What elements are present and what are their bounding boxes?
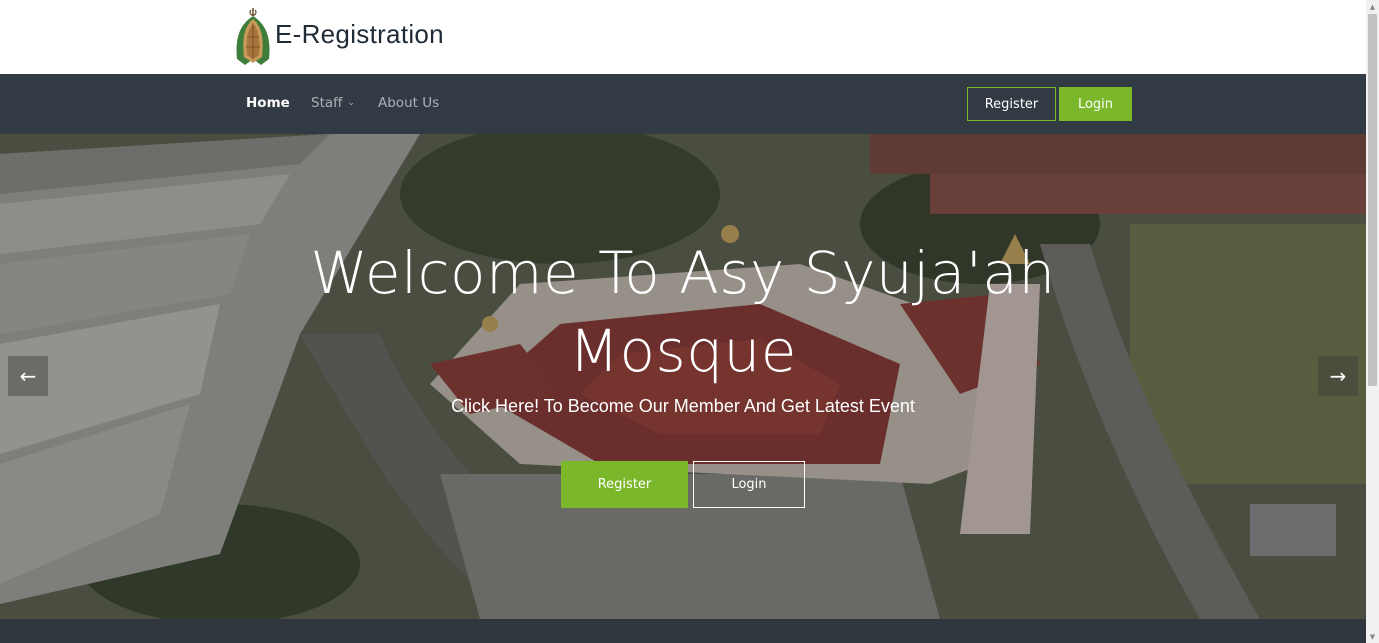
hero-subtitle: Click Here! To Become Our Member And Get… bbox=[451, 396, 915, 416]
page-scrollbar[interactable]: ▲ ▼ bbox=[1366, 0, 1379, 643]
brand-title[interactable]: E-Registration bbox=[275, 19, 444, 50]
nav-item-home[interactable]: Home bbox=[246, 95, 290, 111]
hero-title: Welcome To Asy Syuja'ah Mosque bbox=[310, 239, 1056, 385]
mosque-dome-logo-icon[interactable] bbox=[233, 7, 273, 67]
brand-header: E-Registration bbox=[0, 0, 1366, 74]
chevron-down-icon: ⌄ bbox=[347, 98, 355, 108]
scrollbar-thumb[interactable] bbox=[1368, 14, 1377, 386]
scroll-up-icon[interactable]: ▲ bbox=[1366, 0, 1379, 13]
nav-item-staff[interactable]: Staff ⌄ bbox=[311, 95, 355, 111]
arrow-left-icon[interactable]: ← bbox=[8, 356, 48, 396]
nav-item-staff-label: Staff bbox=[311, 95, 343, 111]
nav-register-button[interactable]: Register bbox=[967, 87, 1056, 121]
main-navbar: Home Staff ⌄ About Us Register Login bbox=[0, 74, 1366, 134]
hero-carousel: ← → Welcome To Asy Syuja'ah Mosque Click… bbox=[0, 134, 1366, 619]
hero-register-button[interactable]: Register bbox=[561, 461, 688, 508]
nav-login-button[interactable]: Login bbox=[1059, 87, 1132, 121]
section-strip bbox=[0, 619, 1366, 643]
nav-item-about-us[interactable]: About Us bbox=[378, 95, 439, 111]
arrow-right-icon[interactable]: → bbox=[1318, 356, 1358, 396]
scroll-down-icon[interactable]: ▼ bbox=[1366, 630, 1379, 643]
hero-login-button[interactable]: Login bbox=[693, 461, 805, 508]
